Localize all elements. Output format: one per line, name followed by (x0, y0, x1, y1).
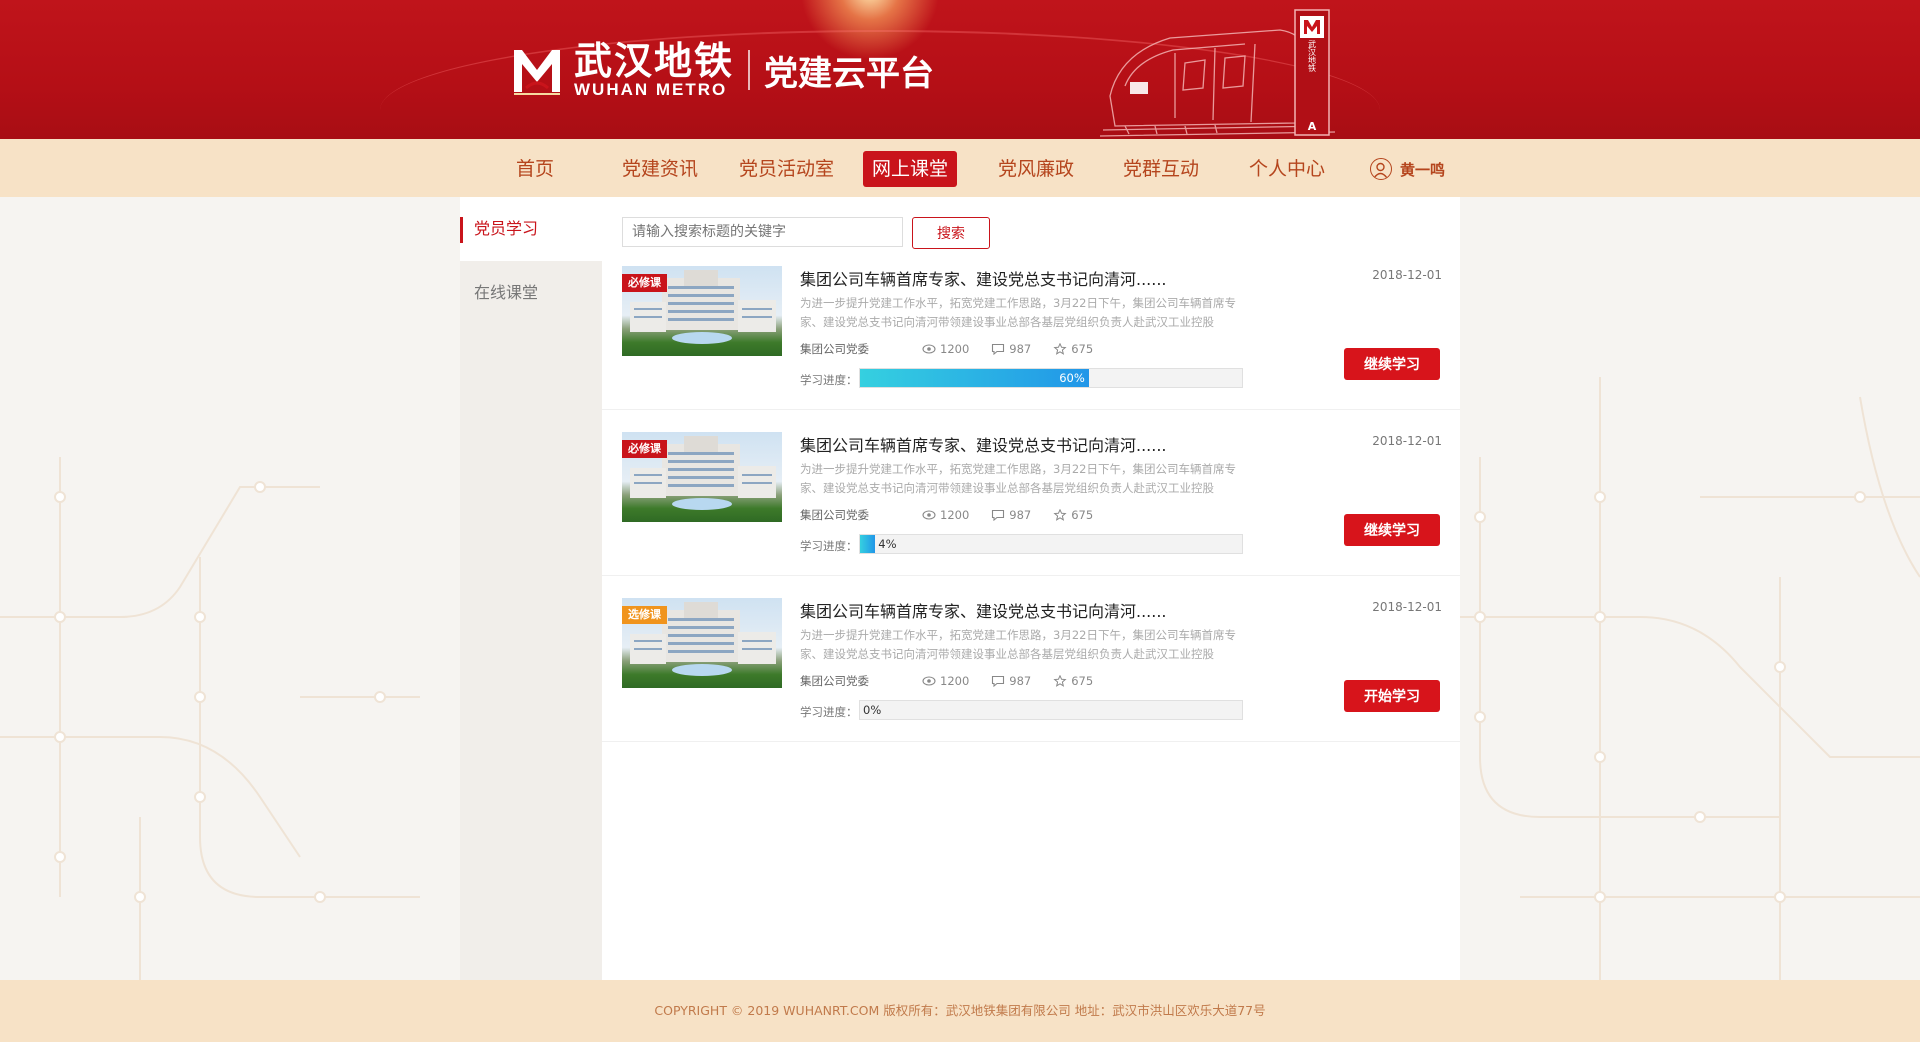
course-org: 集团公司党委 (800, 342, 869, 356)
course-org: 集团公司党委 (800, 508, 869, 522)
course-org: 集团公司党委 (800, 674, 869, 688)
user-icon (1370, 158, 1392, 180)
stars-count: 675 (1071, 342, 1094, 356)
star-icon (1053, 343, 1067, 355)
views-stat: 1200 (922, 674, 969, 688)
platform-title: 党建云平台 (764, 53, 935, 94)
nav-item-personal-center[interactable]: 个人中心 (1240, 151, 1334, 187)
course-description: 为进一步提升党建工作水平，拓宽党建工作思路，3月22日下午，集团公司车辆首席专家… (800, 296, 1236, 329)
progress-bar: 60% (859, 368, 1243, 388)
user-name: 黄一鸣 (1400, 160, 1446, 179)
views-stat: 1200 (922, 342, 969, 356)
footer: COPYRIGHT © 2019 WUHANRT.COM 版权所有：武汉地铁集团… (0, 980, 1920, 1042)
eye-icon (922, 676, 936, 686)
course-title[interactable]: 集团公司车辆首席专家、建设党总支书记向清河...... (800, 598, 1167, 622)
nav-item-home[interactable]: 首页 (507, 151, 563, 187)
continue-study-button[interactable]: 继续学习 (1344, 514, 1440, 546)
course-list-panel: 搜索 必修课 集团公司车辆首席专家、建设党总支书记向清河...... 2018-… (602, 197, 1460, 980)
comments-stat: 987 (991, 342, 1031, 356)
progress-text: 4% (878, 537, 897, 551)
site-logo[interactable]: 武汉地铁 WUHAN METRO 党建云平台 (512, 39, 935, 99)
comment-icon (992, 675, 1005, 687)
nav-item-online-class[interactable]: 网上课堂 (863, 151, 958, 187)
comments-count: 987 (1009, 342, 1032, 356)
progress-label: 学习进度： (800, 705, 858, 719)
eye-icon (922, 510, 936, 520)
progress-text: 60% (1059, 371, 1085, 385)
comments-count: 987 (1009, 674, 1032, 688)
progress-text: 0% (863, 703, 882, 717)
main-nav: 首页 党建资讯 党员活动室 网上课堂 党风廉政 党群互动 个人中心 黄一鸣 (0, 139, 1920, 197)
progress-bar: 4% (859, 534, 1243, 554)
star-icon (1053, 509, 1067, 521)
course-title[interactable]: 集团公司车辆首席专家、建设党总支书记向清河...... (800, 266, 1167, 290)
sign-letter: A (1308, 120, 1317, 133)
course-meta: 集团公司党委 1200 987 675 (800, 673, 1115, 689)
stars-count: 675 (1071, 674, 1094, 688)
course-item: 必修课 集团公司车辆首席专家、建设党总支书记向清河...... 2018-12-… (602, 244, 1460, 410)
sidebar-item-online-class[interactable]: 在线课堂 (460, 261, 602, 325)
views-stat: 1200 (922, 508, 969, 522)
course-thumbnail[interactable]: 必修课 (622, 432, 782, 522)
footer-copyright: COPYRIGHT © 2019 WUHANRT.COM 版权所有：武汉地铁集团… (654, 1003, 1266, 1018)
progress-label: 学习进度： (800, 373, 858, 387)
course-title[interactable]: 集团公司车辆首席专家、建设党总支书记向清河...... (800, 432, 1167, 456)
stars-stat: 675 (1053, 342, 1093, 356)
train-illustration: 武汉地铁 A (1095, 8, 1355, 139)
header-banner: 武汉地铁 WUHAN METRO 党建云平台 武汉地铁 A (0, 0, 1920, 139)
user-menu[interactable]: 黄一鸣 (1370, 157, 1445, 181)
search-input[interactable] (622, 217, 903, 247)
course-description: 为进一步提升党建工作水平，拓宽党建工作思路，3月22日下午，集团公司车辆首席专家… (800, 462, 1236, 495)
comment-icon (992, 343, 1005, 355)
sidebar: 党员学习 在线课堂 (460, 197, 602, 980)
eye-icon (922, 344, 936, 354)
progress-fill (860, 369, 1090, 387)
nav-item-interaction[interactable]: 党群互动 (1114, 151, 1208, 187)
course-meta: 集团公司党委 1200 987 675 (800, 341, 1115, 357)
course-thumbnail[interactable]: 必修课 (622, 266, 782, 356)
stars-count: 675 (1071, 508, 1094, 522)
comments-stat: 987 (991, 508, 1031, 522)
stars-stat: 675 (1053, 674, 1093, 688)
progress-bar: 0% (859, 700, 1243, 720)
course-date: 2018-12-01 (1372, 434, 1442, 448)
course-date: 2018-12-01 (1372, 268, 1442, 282)
course-thumbnail[interactable]: 选修课 (622, 598, 782, 688)
views-count: 1200 (940, 674, 970, 688)
course-date: 2018-12-01 (1372, 600, 1442, 614)
course-meta: 集团公司党委 1200 987 675 (800, 507, 1115, 523)
course-tag: 必修课 (622, 440, 667, 458)
comments-count: 987 (1009, 508, 1032, 522)
views-count: 1200 (940, 508, 970, 522)
continue-study-button[interactable]: 继续学习 (1344, 348, 1440, 380)
comments-stat: 987 (991, 674, 1031, 688)
nav-item-integrity[interactable]: 党风廉政 (989, 151, 1083, 187)
views-count: 1200 (940, 342, 970, 356)
logo-chinese: 武汉地铁 (574, 39, 735, 83)
logo-english: WUHAN METRO (574, 80, 728, 99)
course-description: 为进一步提升党建工作水平，拓宽党建工作思路，3月22日下午，集团公司车辆首席专家… (800, 628, 1236, 661)
nav-item-news[interactable]: 党建资讯 (613, 151, 707, 187)
sidebar-item-member-study[interactable]: 党员学习 (460, 197, 602, 261)
course-item: 选修课 集团公司车辆首席专家、建设党总支书记向清河...... 2018-12-… (602, 576, 1460, 742)
logo-divider (748, 50, 751, 90)
sign-text: 武汉地铁 (1308, 39, 1317, 73)
star-icon (1053, 675, 1067, 687)
course-item: 必修课 集团公司车辆首席专家、建设党总支书记向清河...... 2018-12-… (602, 410, 1460, 576)
start-study-button[interactable]: 开始学习 (1344, 680, 1440, 712)
course-tag: 选修课 (622, 606, 667, 624)
stars-stat: 675 (1053, 508, 1093, 522)
metro-logo-icon (512, 44, 562, 96)
nav-item-activity-room[interactable]: 党员活动室 (730, 151, 843, 187)
comment-icon (992, 509, 1005, 521)
progress-label: 学习进度： (800, 539, 858, 553)
course-tag: 必修课 (622, 274, 667, 292)
progress-fill (860, 535, 876, 553)
